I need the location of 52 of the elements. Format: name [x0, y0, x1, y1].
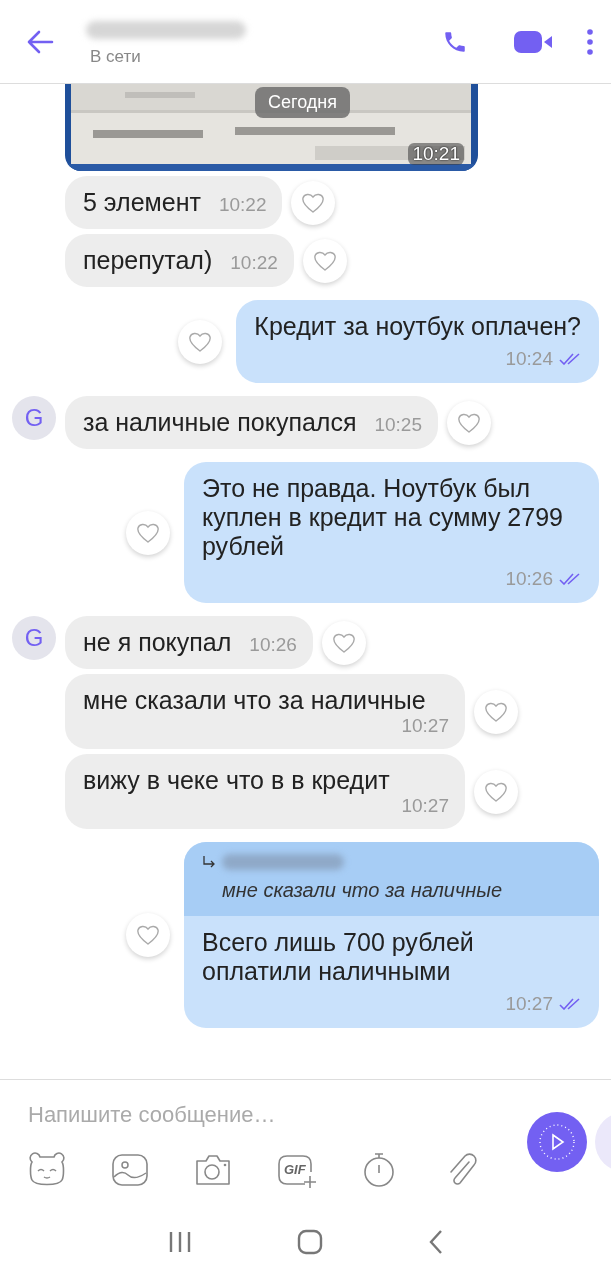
like-button[interactable] [291, 180, 336, 225]
avatar[interactable]: G [12, 616, 56, 660]
like-button[interactable] [447, 400, 491, 445]
quoted-text: мне сказали что за наличные [222, 878, 504, 902]
like-button[interactable] [474, 769, 518, 814]
message-text: 5 элемент [83, 188, 201, 217]
contact-status: В сети [90, 46, 142, 67]
heart-icon [312, 249, 337, 272]
message-time: 10:27 [504, 992, 553, 1016]
menu-icon[interactable] [587, 28, 593, 55]
message-text: Всего лишь 700 рублей оплатили наличными [202, 928, 475, 986]
heart-icon [188, 330, 213, 353]
back-icon[interactable] [427, 1229, 444, 1255]
message-time: 10:27 [400, 795, 449, 817]
message-text: перепутал) [83, 246, 213, 275]
heart-icon [484, 700, 508, 723]
heart-icon [301, 191, 326, 214]
recent-apps-icon[interactable] [167, 1230, 192, 1254]
date-chip: Сегодня [255, 87, 350, 118]
send-button[interactable] [527, 1112, 587, 1172]
like-button[interactable] [126, 913, 170, 957]
avatar[interactable]: G [12, 396, 56, 440]
message-time: 10:22 [229, 252, 278, 274]
heart-icon [457, 411, 481, 434]
message-text: вижу в чеке что в в кредит [83, 766, 390, 795]
message-time: 10:26 [248, 634, 297, 656]
message-text: за наличные покупался [83, 408, 357, 437]
message-time: 10:25 [373, 414, 422, 436]
like-button[interactable] [474, 689, 518, 734]
message-text: мне сказали что за наличные [83, 686, 426, 715]
video-call-icon[interactable] [513, 28, 553, 55]
like-button[interactable] [126, 510, 170, 555]
like-button[interactable] [321, 620, 366, 665]
play-icon [537, 1122, 577, 1162]
home-icon[interactable] [296, 1229, 323, 1255]
message-time: 10:26 [504, 567, 553, 591]
message-time: 10:21 [408, 143, 464, 165]
message-time: 10:27 [400, 715, 449, 737]
heart-icon [136, 521, 160, 544]
message-text: Это не правда. Ноутбук был куплен в кредит на сумму 2799 рублей [202, 474, 564, 561]
like-button[interactable] [178, 319, 223, 364]
heart-icon [484, 780, 508, 803]
back-icon[interactable] [26, 29, 54, 54]
heart-icon [136, 924, 160, 946]
reply-arrow-icon [202, 855, 216, 869]
message-field[interactable]: Напишите сообщение… [28, 1098, 488, 1132]
heart-icon [331, 631, 356, 654]
message-time: 10:24 [504, 347, 553, 371]
message-time: 10:22 [217, 194, 267, 216]
like-button[interactable] [302, 238, 347, 283]
message-text: Кредит за ноутбук оплачен? [254, 312, 581, 341]
message-text: не я покупал [83, 628, 232, 657]
